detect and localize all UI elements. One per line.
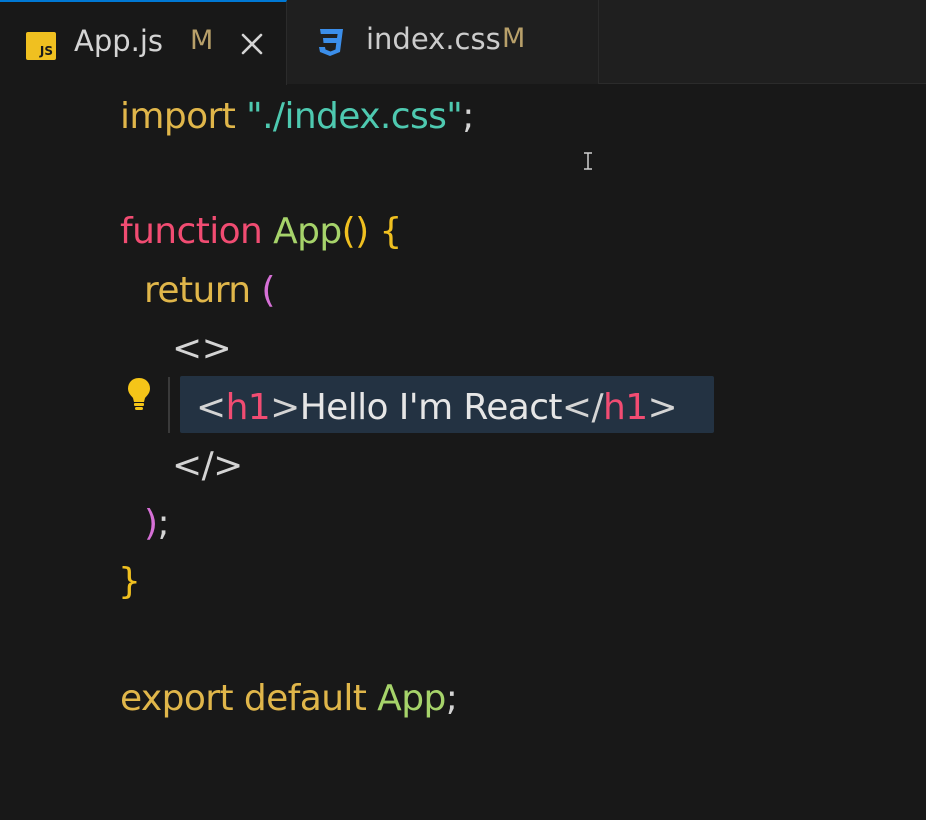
code-line-9: }	[118, 559, 141, 605]
close-icon[interactable]	[236, 28, 268, 60]
tag-name: h1	[225, 387, 271, 428]
code-line-6: <h1>Hello I'm React</h1>	[196, 385, 678, 431]
code-line-3: function App() {	[120, 209, 402, 255]
code-line-4: return (	[144, 268, 275, 314]
keyword-function: function	[120, 211, 263, 252]
jsx-text: Hello I'm React	[299, 387, 563, 428]
keyword-export-default: export default	[120, 678, 367, 719]
open-brace: {	[379, 211, 402, 252]
code-line-5: <>	[172, 326, 232, 372]
code-line-11: export default App;	[120, 676, 458, 722]
semicolon: ;	[462, 96, 474, 137]
code-editor[interactable]: import "./index.css"; function App() { r…	[0, 85, 926, 820]
text-cursor-icon	[584, 152, 592, 170]
code-line-7: </>	[172, 443, 243, 489]
semicolon: ;	[157, 503, 169, 544]
tag-bracket: </	[561, 387, 604, 428]
tag-name: h1	[603, 387, 648, 428]
css-file-icon	[319, 29, 343, 56]
string-literal: "./index.css"	[246, 96, 463, 137]
editor-tab-bar: JS App.js M index.css M	[0, 0, 926, 85]
fragment-close: </>	[172, 445, 243, 486]
code-line-8: );	[144, 501, 170, 547]
close-paren: )	[144, 503, 158, 544]
modified-badge: M	[502, 23, 526, 54]
function-name: App	[273, 211, 342, 252]
close-brace: }	[118, 561, 141, 602]
tag-bracket: <	[196, 387, 226, 428]
code-line-1: import "./index.css";	[120, 94, 474, 140]
open-paren: (	[261, 270, 275, 311]
lightbulb-icon[interactable]	[124, 375, 154, 415]
js-icon-label: JS	[39, 44, 53, 58]
parens: ()	[341, 211, 369, 252]
tab-index-css[interactable]: index.css M	[287, 0, 599, 84]
modified-badge: M	[190, 25, 214, 56]
fragment-open: <>	[172, 328, 232, 369]
semicolon: ;	[445, 678, 458, 719]
tab-app-js[interactable]: JS App.js M	[0, 0, 287, 85]
js-file-icon: JS	[26, 32, 56, 60]
tag-bracket: >	[270, 387, 300, 428]
tab-label: App.js	[74, 24, 164, 58]
keyword-return: return	[144, 270, 251, 311]
tab-label: index.css	[366, 22, 501, 56]
keyword-import: import	[120, 96, 236, 137]
tag-bracket: >	[647, 387, 678, 428]
indent-guide	[168, 377, 170, 433]
exported-name: App	[377, 678, 446, 719]
